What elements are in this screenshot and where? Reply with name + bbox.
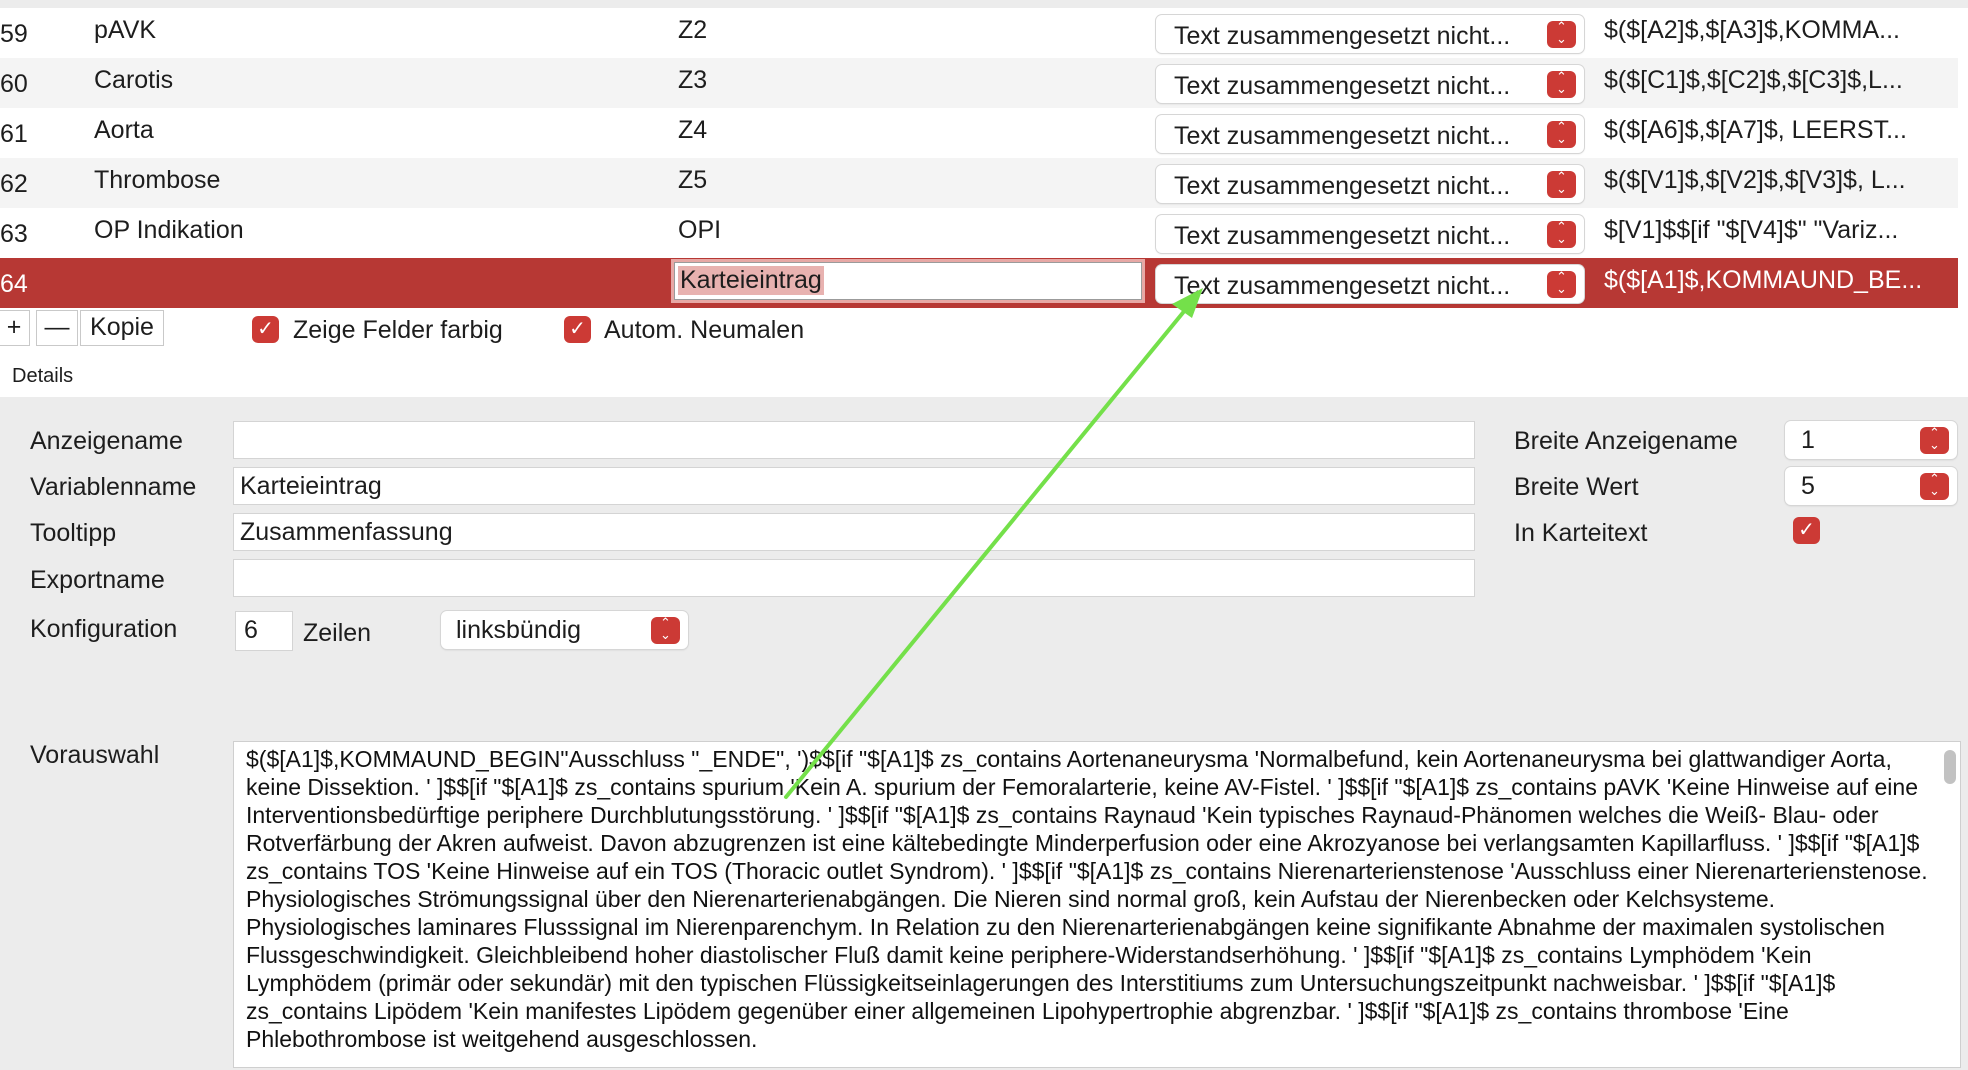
show-colors-checkbox[interactable]: ✓ (252, 316, 279, 343)
width-value-popup[interactable]: 5 ⌃ ⌄ (1785, 467, 1957, 505)
row-formula: $($[A1]$,KOMMAUND_BE... (1604, 266, 1923, 294)
row-formula: $($[C1]$,$[C2]$,$[C3]$,L... (1604, 66, 1903, 94)
export-name-label: Exportname (30, 566, 165, 594)
row-variable: Z3 (678, 66, 708, 94)
variables-table: 59 pAVK Z2 Text zusammengesetzt nicht...… (0, 0, 1968, 310)
table-row[interactable]: 63 OP Indikation OPI Text zusammengesetz… (0, 208, 1958, 258)
function-popup-value: Text zusammengesetzt nicht... (1174, 122, 1511, 150)
function-popup-value: Text zusammengesetzt nicht... (1174, 272, 1511, 300)
table-header-strip (0, 0, 1968, 8)
function-popup[interactable]: Text zusammengesetzt nicht... ⌃ ⌄ (1156, 165, 1584, 203)
chevron-updown-icon: ⌃ ⌄ (1920, 472, 1949, 500)
chevron-updown-icon: ⌃ ⌄ (1547, 70, 1576, 98)
preselection-text: $($[A1]$,KOMMAUND_BEGIN"Ausschluss "_END… (246, 746, 1928, 1052)
export-name-field[interactable] (233, 559, 1475, 597)
display-name-field[interactable] (233, 421, 1475, 459)
function-popup-value: Text zusammengesetzt nicht... (1174, 72, 1511, 100)
add-row-button[interactable]: + (0, 310, 30, 346)
row-formula: $($[V1]$,$[V2]$,$[V3]$, L... (1604, 166, 1906, 194)
tooltip-value: Zusammenfassung (240, 518, 453, 546)
variable-name-editor-text: Karteieintrag (678, 266, 824, 295)
row-name: Thrombose (94, 166, 221, 194)
table-row[interactable]: 60 Carotis Z3 Text zusammengesetzt nicht… (0, 58, 1958, 108)
width-display-name-value: 1 (1801, 426, 1815, 454)
row-number: 61 (0, 120, 28, 148)
preselection-textarea[interactable]: $($[A1]$,KOMMAUND_BEGIN"Ausschluss "_END… (233, 741, 1961, 1068)
row-name: Aorta (94, 116, 154, 144)
row-variable: OPI (678, 216, 722, 244)
variable-name-editor[interactable]: Karteieintrag (674, 262, 1142, 300)
width-value-label: Breite Wert (1514, 473, 1639, 501)
row-formula: $($[A6]$,$[A7]$, LEERST... (1604, 116, 1907, 144)
lines-count-field[interactable]: 6 (235, 611, 293, 651)
chevron-updown-icon: ⌃ ⌄ (1547, 20, 1576, 48)
auto-repaint-label: Autom. Neumalen (604, 316, 805, 344)
scrollbar-thumb[interactable] (1944, 750, 1956, 784)
row-number: 59 (0, 20, 28, 48)
auto-repaint-checkbox[interactable]: ✓ (564, 316, 591, 343)
row-variable: Z2 (678, 16, 708, 44)
row-name: OP Indikation (94, 216, 244, 244)
row-number: 63 (0, 220, 28, 248)
variable-name-value: Karteieintrag (240, 472, 382, 500)
function-popup[interactable]: Text zusammengesetzt nicht... ⌃ ⌄ (1156, 215, 1584, 253)
copy-button[interactable]: Kopie (80, 310, 164, 346)
function-popup-value: Text zusammengesetzt nicht... (1174, 172, 1511, 200)
remove-row-button[interactable]: — (36, 310, 78, 346)
row-number: 62 (0, 170, 28, 198)
row-variable: Z5 (678, 166, 708, 194)
table-row-selected[interactable]: 64 Karteieintrag Text zusammengesetzt ni… (0, 258, 1958, 308)
width-display-name-label: Breite Anzeigename (1514, 427, 1738, 455)
in-record-checkbox[interactable]: ✓ (1793, 517, 1820, 544)
chevron-updown-icon: ⌃ ⌄ (1547, 270, 1576, 298)
lines-unit-label: Zeilen (303, 619, 372, 647)
table-row[interactable]: 62 Thrombose Z5 Text zusammengesetzt nic… (0, 158, 1958, 208)
row-formula: $[V1]$$[if "$[V4]$" "Variz... (1604, 216, 1899, 244)
function-popup[interactable]: Text zusammengesetzt nicht... ⌃ ⌄ (1156, 115, 1584, 153)
chevron-updown-icon: ⌃ ⌄ (1547, 220, 1576, 248)
tooltip-label: Tooltipp (30, 519, 117, 547)
details-section-title: Details (12, 365, 74, 387)
row-number: 60 (0, 70, 28, 98)
width-display-name-popup[interactable]: 1 ⌃ ⌄ (1785, 421, 1957, 459)
function-popup[interactable]: Text zusammengesetzt nicht... ⌃ ⌄ (1156, 265, 1584, 303)
alignment-value: linksbündig (456, 616, 582, 644)
in-record-label: In Karteitext (1514, 519, 1648, 547)
chevron-updown-icon: ⌃ ⌄ (1920, 426, 1949, 454)
show-colors-label: Zeige Felder farbig (293, 316, 503, 344)
table-toolbar: + — Kopie ✓ Zeige Felder farbig ✓ Autom.… (0, 310, 1968, 352)
alignment-popup[interactable]: linksbündig ⌃ ⌄ (441, 611, 688, 649)
function-popup-value: Text zusammengesetzt nicht... (1174, 22, 1511, 50)
configuration-label: Konfiguration (30, 615, 178, 643)
variable-name-label: Variablenname (30, 473, 197, 501)
tooltip-field[interactable]: Zusammenfassung (233, 513, 1475, 551)
chevron-updown-icon: ⌃ ⌄ (1547, 120, 1576, 148)
width-value-value: 5 (1801, 472, 1815, 500)
row-number: 64 (0, 270, 28, 298)
function-popup[interactable]: Text zusammengesetzt nicht... ⌃ ⌄ (1156, 15, 1584, 53)
row-variable: Z4 (678, 116, 708, 144)
row-name: pAVK (94, 16, 157, 44)
chevron-updown-icon: ⌃ ⌄ (651, 616, 680, 644)
preselection-label: Vorauswahl (30, 741, 160, 769)
function-popup-value: Text zusammengesetzt nicht... (1174, 222, 1511, 250)
table-row[interactable]: 61 Aorta Z4 Text zusammengesetzt nicht..… (0, 108, 1958, 158)
table-row[interactable]: 59 pAVK Z2 Text zusammengesetzt nicht...… (0, 8, 1958, 58)
variable-name-field[interactable]: Karteieintrag (233, 467, 1475, 505)
function-popup[interactable]: Text zusammengesetzt nicht... ⌃ ⌄ (1156, 65, 1584, 103)
row-name: Carotis (94, 66, 174, 94)
display-name-label: Anzeigename (30, 427, 183, 455)
chevron-updown-icon: ⌃ ⌄ (1547, 170, 1576, 198)
lines-count-value: 6 (244, 616, 258, 644)
preselection-scrollbar[interactable] (1943, 746, 1957, 1064)
row-formula: $($[A2]$,$[A3]$,KOMMA... (1604, 16, 1900, 44)
